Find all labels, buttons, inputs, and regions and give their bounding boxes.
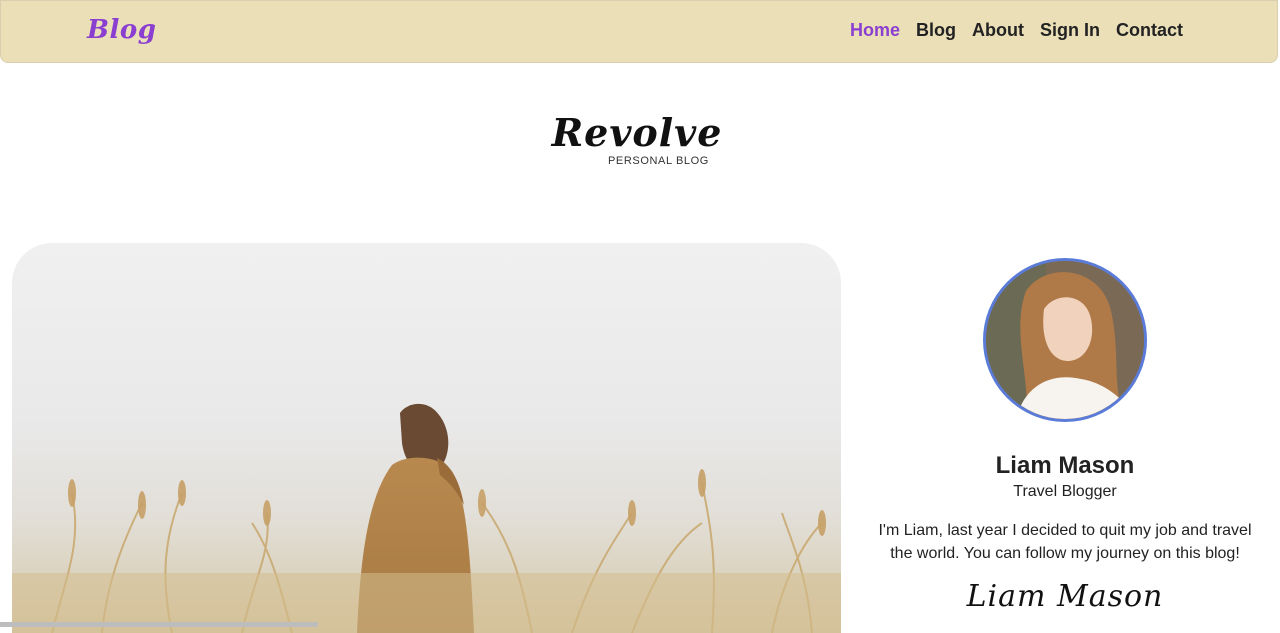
profile-bio: I'm Liam, last year I decided to quit my… [878,522,1252,562]
profile-signature: Liam Mason [966,579,1164,614]
nav-link-sign-in[interactable]: Sign In [1040,20,1100,41]
avatar [983,258,1147,422]
horizontal-scrollbar[interactable] [0,622,318,627]
nav-link-contact[interactable]: Contact [1116,20,1183,41]
site-logo[interactable]: Revolve PERSONAL BLOG [0,110,1280,167]
brand-logo[interactable]: Blog [87,15,156,45]
nav-link-blog[interactable]: Blog [916,20,956,41]
hero-photo-woman-in-field [12,403,841,633]
navbar: Blog Home Blog About Sign In Contact [0,0,1278,63]
profile-name: Liam Mason [995,452,1135,479]
hero-image [12,243,841,633]
profile-role: Travel Blogger [1013,483,1117,500]
site-subtitle: PERSONAL BLOG [608,155,709,167]
avatar-photo [986,261,1144,419]
site-title: Revolve [551,110,723,155]
profile-card: Liam Mason Travel Blogger I'm Liam, last… [870,258,1260,614]
nav-links: Home Blog About Sign In Contact [850,20,1183,41]
nav-link-home[interactable]: Home [850,20,900,41]
nav-link-about[interactable]: About [972,20,1024,41]
